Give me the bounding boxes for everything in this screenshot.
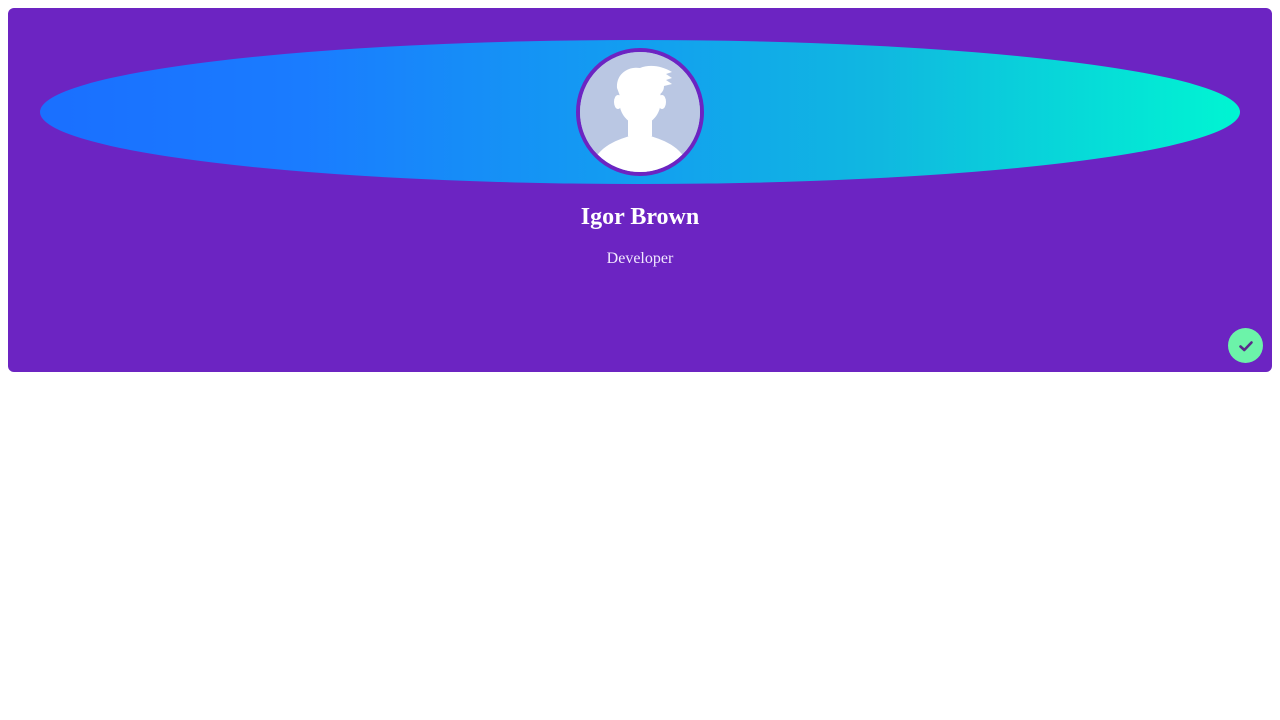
profile-role: Developer bbox=[606, 250, 674, 267]
avatar bbox=[576, 48, 704, 176]
check-icon bbox=[1238, 340, 1253, 351]
confirm-button[interactable] bbox=[1228, 328, 1263, 363]
user-silhouette-icon bbox=[580, 52, 700, 172]
profile-card: Igor Brown Developer bbox=[8, 8, 1272, 372]
profile-name: Igor Brown bbox=[580, 204, 700, 230]
